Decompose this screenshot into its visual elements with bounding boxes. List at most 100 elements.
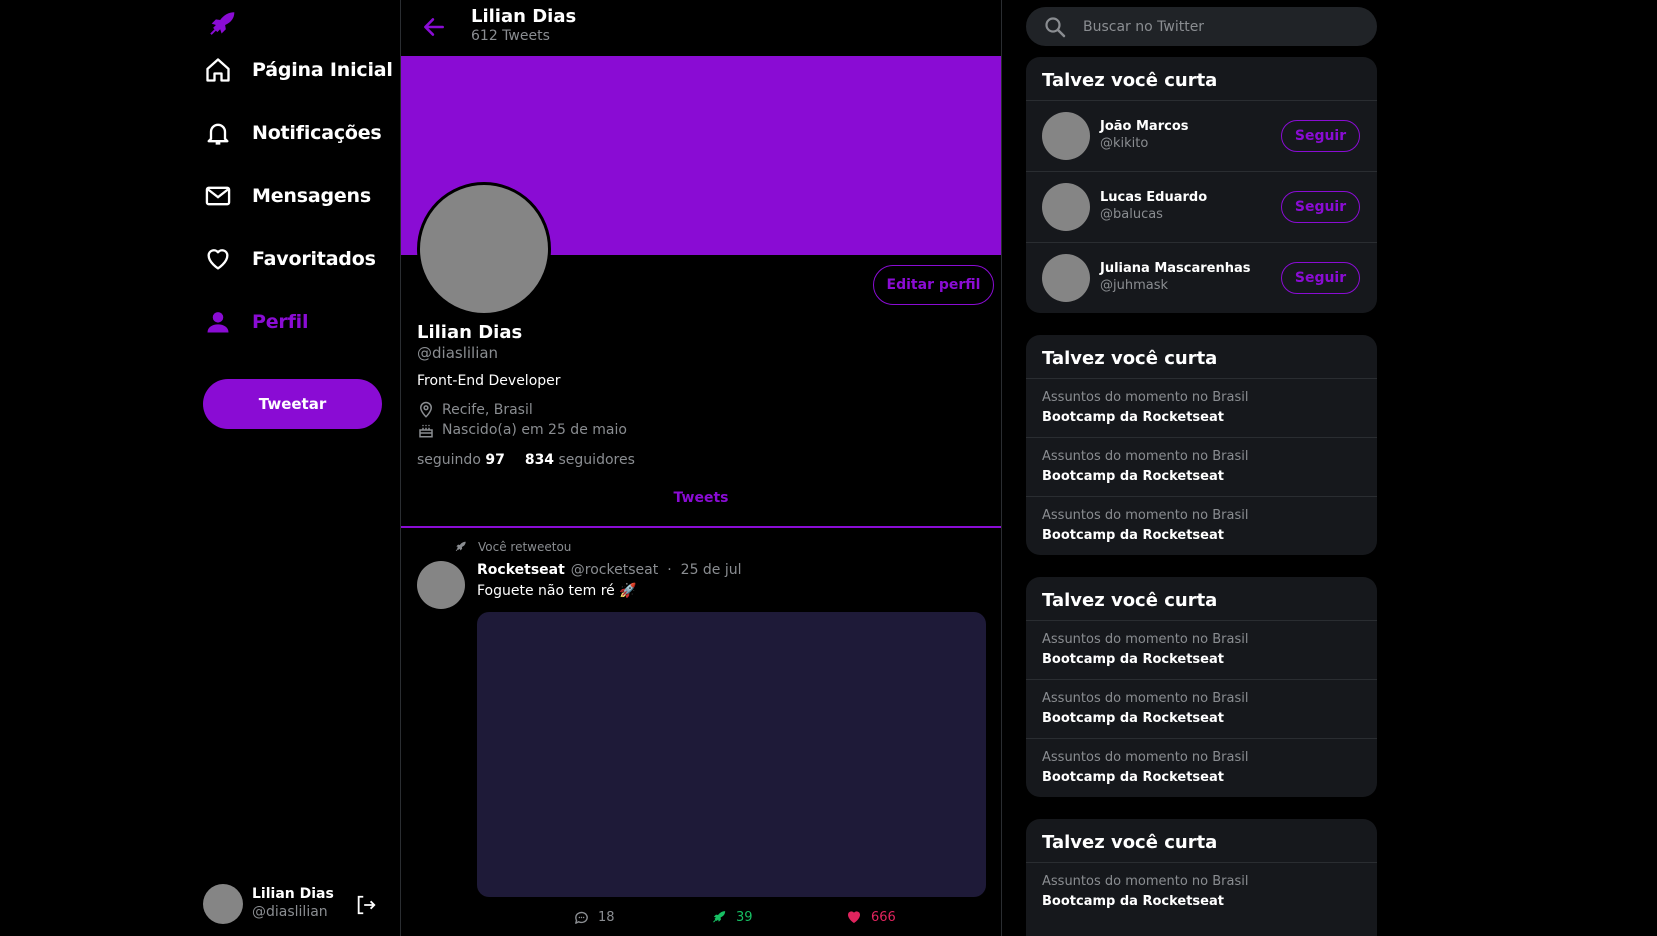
tweet-media[interactable] xyxy=(477,612,986,897)
suggestion-item[interactable]: João Marcos @kikito Seguir xyxy=(1026,101,1377,172)
account-handle: @diaslilian xyxy=(252,904,328,920)
nav-label: Notificações xyxy=(252,122,382,144)
profile-birthday: Nascido(a) em 25 de maio xyxy=(417,421,627,439)
trend-topic: Bootcamp da Rocketseat xyxy=(1042,711,1224,726)
search-bar[interactable] xyxy=(1026,7,1377,46)
rocket-icon xyxy=(454,540,468,554)
location-text: Recife, Brasil xyxy=(442,402,533,418)
trend-item[interactable]: Assuntos do momento no Brasil Bootcamp d… xyxy=(1026,379,1377,438)
tab-tweets[interactable]: Tweets xyxy=(401,490,1001,506)
profile-handle: @diaslilian xyxy=(417,344,499,362)
comment-button[interactable]: 18 xyxy=(572,908,615,926)
retweet-label: Você retweetou xyxy=(478,540,572,554)
account-name: Lilian Dias xyxy=(252,886,334,902)
avatar[interactable] xyxy=(417,561,465,609)
rocket-icon[interactable] xyxy=(206,8,240,42)
trend-context: Assuntos do momento no Brasil xyxy=(1042,449,1249,464)
comment-icon xyxy=(572,908,590,926)
nav-item-home[interactable]: Página Inicial xyxy=(203,50,393,90)
tweet-header: Rocketseat @rocketseat · 25 de jul xyxy=(477,562,742,578)
followers-link[interactable]: 834 seguidores xyxy=(525,452,635,468)
suggestion-item[interactable]: Lucas Eduardo @balucas Seguir xyxy=(1026,172,1377,243)
nav-label: Mensagens xyxy=(252,185,371,207)
profile-bio: Front-End Developer xyxy=(417,373,561,389)
followers-count: 834 xyxy=(524,452,555,468)
header-title: Lilian Dias xyxy=(471,6,577,27)
edit-profile-button[interactable]: Editar perfil xyxy=(873,265,994,305)
bell-icon xyxy=(203,118,233,148)
avatar xyxy=(1042,112,1090,160)
nav-label: Página Inicial xyxy=(252,59,393,81)
card-title: Talvez você curta xyxy=(1026,819,1377,863)
avatar xyxy=(1042,183,1090,231)
suggestion-name: João Marcos xyxy=(1100,119,1189,134)
suggestion-handle: @juhmask xyxy=(1100,278,1169,293)
avatar xyxy=(1042,254,1090,302)
following-link[interactable]: seguindo 97 xyxy=(417,452,505,468)
trend-context: Assuntos do momento no Brasil xyxy=(1042,390,1249,405)
suggestion-item[interactable]: Juliana Mascarenhas @juhmask Seguir xyxy=(1026,243,1377,313)
trend-item[interactable]: Assuntos do momento no Brasil Bootcamp d… xyxy=(1026,438,1377,497)
logout-icon[interactable] xyxy=(355,894,377,916)
card-title: Talvez você curta xyxy=(1026,577,1377,621)
like-count: 666 xyxy=(871,909,896,925)
trend-item[interactable]: Assuntos do momento no Brasil Bootcamp d… xyxy=(1026,863,1377,921)
tweet-date[interactable]: 25 de jul xyxy=(681,562,742,578)
sidebar-nav: Página Inicial Notificações Mensagens Fa… xyxy=(0,0,401,936)
profile-avatar[interactable] xyxy=(417,182,551,316)
person-icon xyxy=(203,307,233,337)
follow-button[interactable]: Seguir xyxy=(1281,262,1360,294)
tweet-author[interactable]: Rocketseat xyxy=(477,562,565,578)
profile-tabs: Tweets xyxy=(401,480,1001,528)
trend-topic: Bootcamp da Rocketseat xyxy=(1042,469,1224,484)
suggestion-handle: @balucas xyxy=(1100,207,1163,222)
trend-context: Assuntos do momento no Brasil xyxy=(1042,632,1249,647)
profile-location: Recife, Brasil xyxy=(417,401,533,419)
nav-item-messages[interactable]: Mensagens xyxy=(203,176,371,216)
following-count: 97 xyxy=(485,452,505,468)
card-title: Talvez você curta xyxy=(1026,335,1377,379)
like-button[interactable]: 666 xyxy=(845,908,896,926)
follow-button[interactable]: Seguir xyxy=(1281,120,1360,152)
search-input[interactable] xyxy=(1081,17,1355,36)
follow-button[interactable]: Seguir xyxy=(1281,191,1360,223)
nav-label: Perfil xyxy=(252,311,309,333)
nav-item-notifications[interactable]: Notificações xyxy=(203,113,382,153)
trend-topic: Bootcamp da Rocketseat xyxy=(1042,652,1224,667)
trend-topic: Bootcamp da Rocketseat xyxy=(1042,410,1224,425)
retweet-indicator: Você retweetou xyxy=(454,540,571,554)
nav-item-profile[interactable]: Perfil xyxy=(203,302,308,342)
who-to-follow-card: Talvez você curta João Marcos @kikito Se… xyxy=(1026,57,1377,313)
trend-item[interactable]: Assuntos do momento no Brasil Bootcamp d… xyxy=(1026,621,1377,680)
profile-column: Lilian Dias 612 Tweets Editar perfil Lil… xyxy=(401,0,1002,936)
trends-card: Talvez você curta Assuntos do momento no… xyxy=(1026,335,1377,555)
trend-context: Assuntos do momento no Brasil xyxy=(1042,691,1249,706)
account-switcher[interactable]: Lilian Dias @diaslilian xyxy=(203,884,381,924)
profile-name: Lilian Dias xyxy=(417,322,523,343)
avatar xyxy=(203,884,243,924)
retweet-button[interactable]: 39 xyxy=(710,908,753,926)
tweet-button[interactable]: Tweetar xyxy=(203,379,382,429)
trend-context: Assuntos do momento no Brasil xyxy=(1042,508,1249,523)
back-arrow-icon[interactable] xyxy=(421,14,447,40)
trend-topic: Bootcamp da Rocketseat xyxy=(1042,770,1224,785)
trend-item[interactable]: Assuntos do momento no Brasil Bootcamp d… xyxy=(1026,680,1377,739)
trend-item[interactable]: Assuntos do momento no Brasil Bootcamp d… xyxy=(1026,739,1377,797)
trend-context: Assuntos do momento no Brasil xyxy=(1042,750,1249,765)
separator: · xyxy=(667,562,672,578)
heart-filled-icon xyxy=(845,908,863,926)
nav-label: Favoritados xyxy=(252,248,376,270)
trend-topic: Bootcamp da Rocketseat xyxy=(1042,894,1224,909)
suggestion-handle: @kikito xyxy=(1100,136,1149,151)
followers-label: seguidores xyxy=(558,452,635,468)
trend-item[interactable]: Assuntos do momento no Brasil Bootcamp d… xyxy=(1026,497,1377,555)
trend-context: Assuntos do momento no Brasil xyxy=(1042,874,1249,889)
nav-item-favorites[interactable]: Favoritados xyxy=(203,239,376,279)
location-pin-icon xyxy=(417,401,435,419)
comment-count: 18 xyxy=(598,909,615,925)
rocket-icon xyxy=(710,908,728,926)
home-icon xyxy=(203,55,233,85)
tweet-handle: @rocketseat xyxy=(570,562,659,578)
tweet-actions: 18 39 666 xyxy=(477,908,986,928)
trends-card: Talvez você curta Assuntos do momento no… xyxy=(1026,577,1377,797)
